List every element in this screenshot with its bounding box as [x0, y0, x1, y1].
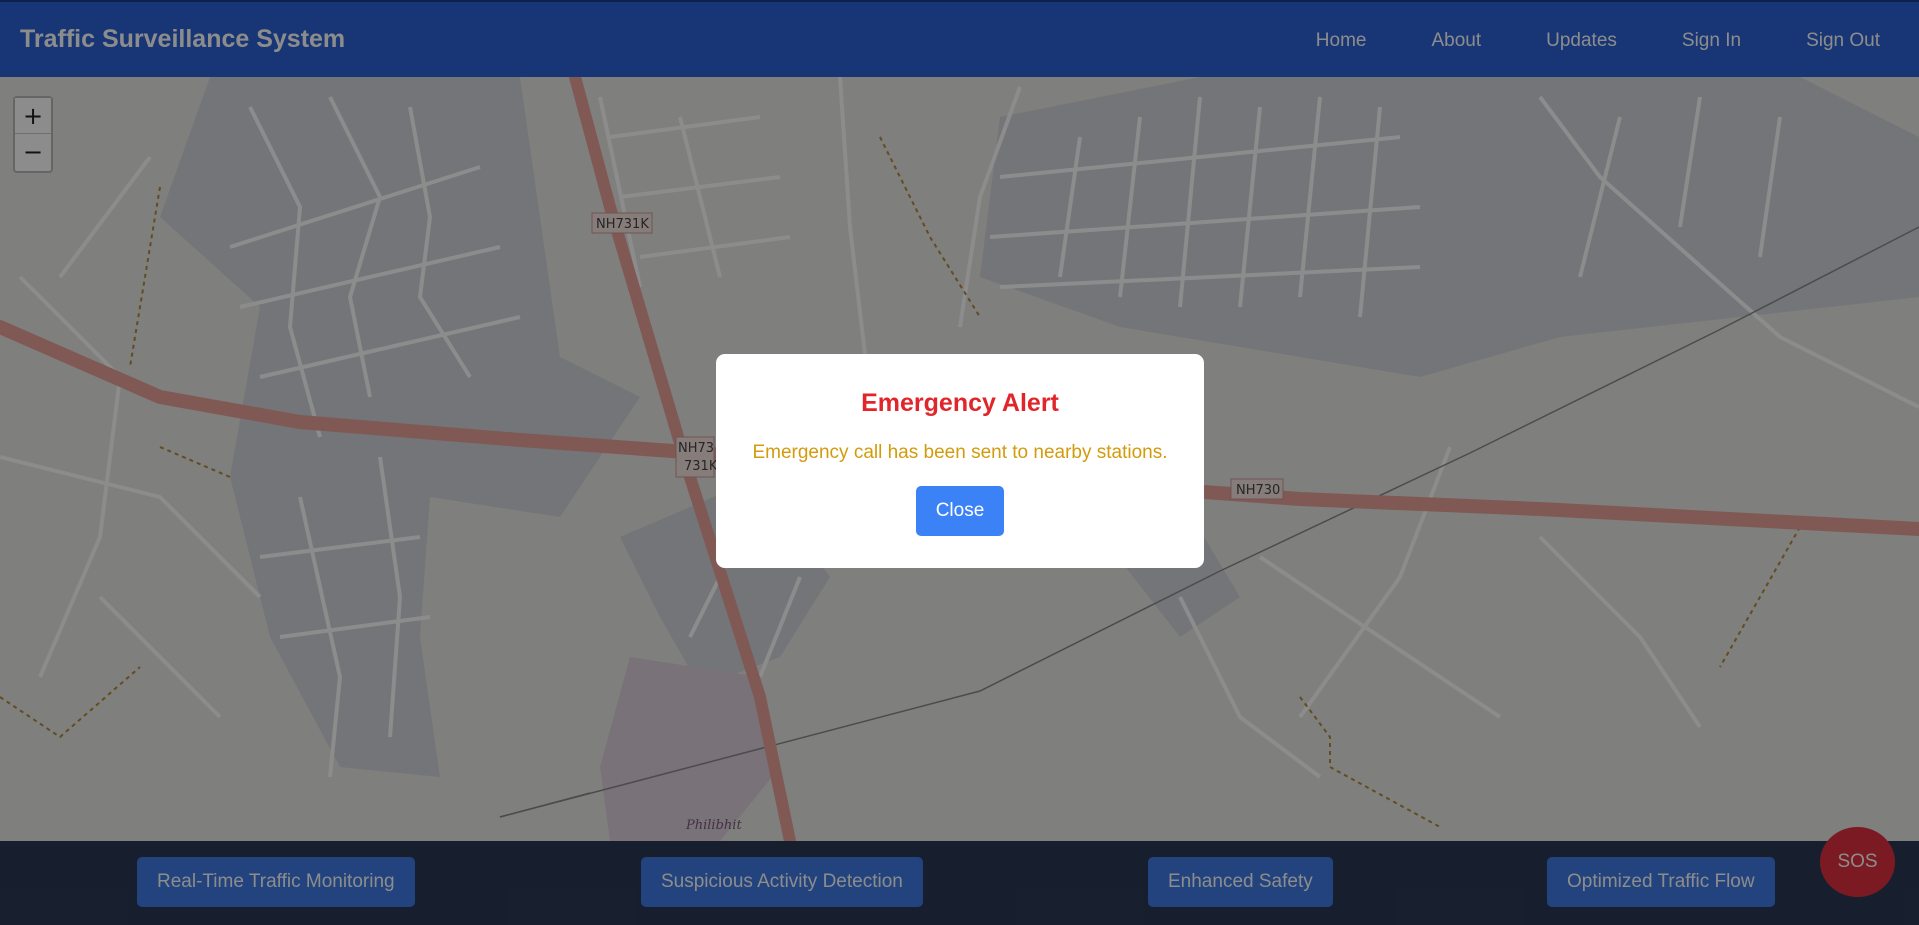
emergency-alert-dialog: Emergency Alert Emergency call has been … [716, 354, 1204, 568]
alert-message: Emergency call has been sent to nearby s… [752, 442, 1168, 463]
alert-title: Emergency Alert [861, 389, 1059, 417]
close-button[interactable]: Close [916, 486, 1004, 536]
